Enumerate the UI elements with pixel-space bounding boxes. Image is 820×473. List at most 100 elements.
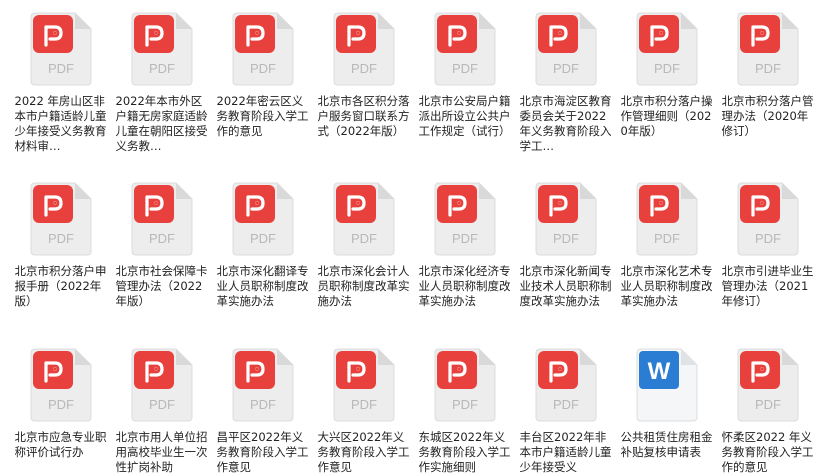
svg-text:PDF: PDF: [452, 231, 478, 246]
file-item[interactable]: PDF 北京市引进毕业生管理办法（2021年修订）: [717, 170, 818, 336]
pdf-icon-wrapper: PDF: [631, 181, 703, 257]
pdf-icon-wrapper: PDF: [227, 11, 299, 87]
file-item[interactable]: PDF 北京市积分落户操作管理细则（2020年版）: [616, 0, 717, 170]
svg-text:PDF: PDF: [654, 231, 680, 246]
file-name: 昌平区2022年义务教育阶段入学工作意见: [216, 430, 309, 473]
pdf-icon: PDF: [30, 12, 91, 86]
file-name: 北京市深化会计人员职称制度改革实施办法: [317, 264, 410, 308]
svg-text:W: W: [647, 358, 670, 385]
svg-text:PDF: PDF: [149, 397, 175, 412]
svg-text:PDF: PDF: [149, 231, 175, 246]
pdf-icon-wrapper: PDF: [732, 347, 804, 423]
svg-text:PDF: PDF: [351, 397, 377, 412]
file-item[interactable]: PDF 大兴区2022年义务教育阶段入学工作意见: [313, 336, 414, 473]
pdf-icon-wrapper: PDF: [227, 181, 299, 257]
pdf-icon: PDF: [232, 182, 293, 256]
file-item[interactable]: PDF 昌平区2022年义务教育阶段入学工作意见: [212, 336, 313, 473]
file-name: 丰台区2022年非本市户籍适龄儿童少年接受义: [519, 430, 612, 473]
pdf-icon: PDF: [131, 12, 192, 86]
file-grid: PDF 2022 年房山区非本市户籍适龄儿童少年接受义务教育材料审… PDF 2…: [0, 0, 820, 473]
svg-text:PDF: PDF: [452, 397, 478, 412]
file-item[interactable]: PDF 北京市深化新闻专业技术人员职称制度改革实施办法: [515, 170, 616, 336]
pdf-icon: PDF: [737, 12, 798, 86]
file-name: 北京市积分落户申报手册（2022年版）: [14, 264, 107, 308]
svg-text:PDF: PDF: [553, 231, 579, 246]
svg-text:PDF: PDF: [452, 61, 478, 76]
file-name: 北京市深化经济专业人员职称制度改革实施办法: [418, 264, 511, 308]
file-item[interactable]: W 公共租赁住房租金补贴复核申请表: [616, 336, 717, 473]
pdf-icon: PDF: [535, 348, 596, 422]
file-item[interactable]: PDF 丰台区2022年非本市户籍适龄儿童少年接受义: [515, 336, 616, 473]
pdf-icon-wrapper: PDF: [126, 347, 198, 423]
file-item[interactable]: PDF 北京市社会保障卡管理办法（2022年版）: [111, 170, 212, 336]
file-name: 北京市公安局户籍派出所设立公共户工作规定（试行）: [418, 94, 511, 138]
pdf-icon-wrapper: PDF: [429, 347, 501, 423]
pdf-icon-wrapper: PDF: [732, 181, 804, 257]
pdf-icon: PDF: [232, 348, 293, 422]
file-item[interactable]: PDF 怀柔区2022 年义务教育阶段入学工作的意见: [717, 336, 818, 473]
file-item[interactable]: PDF 北京市积分落户管理办法（2020年修订）: [717, 0, 818, 170]
pdf-icon-wrapper: PDF: [429, 11, 501, 87]
svg-text:PDF: PDF: [755, 61, 781, 76]
pdf-icon: PDF: [737, 348, 798, 422]
pdf-icon: PDF: [535, 182, 596, 256]
pdf-icon: PDF: [131, 348, 192, 422]
file-item[interactable]: PDF 北京市海淀区教育委员会关于2022年义务教育阶段入学工…: [515, 0, 616, 170]
pdf-icon-wrapper: PDF: [328, 181, 400, 257]
svg-text:PDF: PDF: [755, 231, 781, 246]
file-name: 2022年密云区义务教育阶段入学工作的意见: [216, 94, 309, 138]
file-item[interactable]: PDF 北京市积分落户申报手册（2022年版）: [10, 170, 111, 336]
svg-text:PDF: PDF: [149, 61, 175, 76]
word-icon: W: [636, 348, 697, 422]
svg-text:PDF: PDF: [250, 61, 276, 76]
file-name: 公共租赁住房租金补贴复核申请表: [620, 430, 713, 459]
file-name: 北京市应急专业职称评价试行办: [14, 430, 107, 459]
pdf-icon: PDF: [333, 348, 394, 422]
file-name: 大兴区2022年义务教育阶段入学工作意见: [317, 430, 410, 473]
pdf-icon-wrapper: PDF: [126, 181, 198, 257]
file-name: 2022 年房山区非本市户籍适龄儿童少年接受义务教育材料审…: [14, 94, 107, 153]
pdf-icon: PDF: [636, 182, 697, 256]
file-item[interactable]: PDF 北京市深化经济专业人员职称制度改革实施办法: [414, 170, 515, 336]
pdf-icon: PDF: [333, 182, 394, 256]
file-item[interactable]: PDF 2022 年房山区非本市户籍适龄儿童少年接受义务教育材料审…: [10, 0, 111, 170]
svg-text:PDF: PDF: [755, 397, 781, 412]
svg-text:PDF: PDF: [553, 397, 579, 412]
file-item[interactable]: PDF 北京市深化翻译专业人员职称制度改革实施办法: [212, 170, 313, 336]
file-name: 北京市深化新闻专业技术人员职称制度改革实施办法: [519, 264, 612, 308]
pdf-icon: PDF: [30, 182, 91, 256]
svg-text:PDF: PDF: [48, 61, 74, 76]
file-item[interactable]: PDF 北京市用人单位招用高校毕业生一次性扩岗补助: [111, 336, 212, 473]
svg-text:PDF: PDF: [250, 231, 276, 246]
file-name: 北京市社会保障卡管理办法（2022年版）: [115, 264, 208, 308]
file-name: 北京市深化艺术专业人员职称制度改革实施办法: [620, 264, 713, 308]
pdf-icon: PDF: [333, 12, 394, 86]
svg-text:PDF: PDF: [48, 397, 74, 412]
pdf-icon: PDF: [434, 182, 495, 256]
file-item[interactable]: PDF 北京市深化艺术专业人员职称制度改革实施办法: [616, 170, 717, 336]
svg-text:PDF: PDF: [48, 231, 74, 246]
file-item[interactable]: PDF 2022年密云区义务教育阶段入学工作的意见: [212, 0, 313, 170]
pdf-icon: PDF: [131, 182, 192, 256]
file-item[interactable]: PDF 2022年本市外区户籍无房家庭适龄儿童在朝阳区接受义务教…: [111, 0, 212, 170]
svg-text:PDF: PDF: [654, 61, 680, 76]
file-name: 北京市各区积分落户服务窗口联系方式（2022年版）: [317, 94, 410, 138]
pdf-icon: PDF: [232, 12, 293, 86]
file-item[interactable]: PDF 北京市深化会计人员职称制度改革实施办法: [313, 170, 414, 336]
pdf-icon: PDF: [737, 182, 798, 256]
pdf-icon: PDF: [434, 12, 495, 86]
pdf-icon-wrapper: PDF: [25, 11, 97, 87]
svg-text:PDF: PDF: [553, 61, 579, 76]
file-item[interactable]: PDF 北京市公安局户籍派出所设立公共户工作规定（试行）: [414, 0, 515, 170]
pdf-icon-wrapper: PDF: [328, 347, 400, 423]
file-name: 北京市积分落户管理办法（2020年修订）: [721, 94, 814, 138]
file-item[interactable]: PDF 东城区2022年义务教育阶段入学工作实施细则: [414, 336, 515, 473]
pdf-icon-wrapper: PDF: [328, 11, 400, 87]
file-item[interactable]: PDF 北京市应急专业职称评价试行办: [10, 336, 111, 473]
file-name: 东城区2022年义务教育阶段入学工作实施细则: [418, 430, 511, 473]
file-name: 北京市引进毕业生管理办法（2021年修订）: [721, 264, 814, 308]
file-item[interactable]: PDF 北京市各区积分落户服务窗口联系方式（2022年版）: [313, 0, 414, 170]
pdf-icon-wrapper: PDF: [429, 181, 501, 257]
file-name: 北京市用人单位招用高校毕业生一次性扩岗补助: [115, 430, 208, 473]
file-name: 北京市积分落户操作管理细则（2020年版）: [620, 94, 713, 138]
